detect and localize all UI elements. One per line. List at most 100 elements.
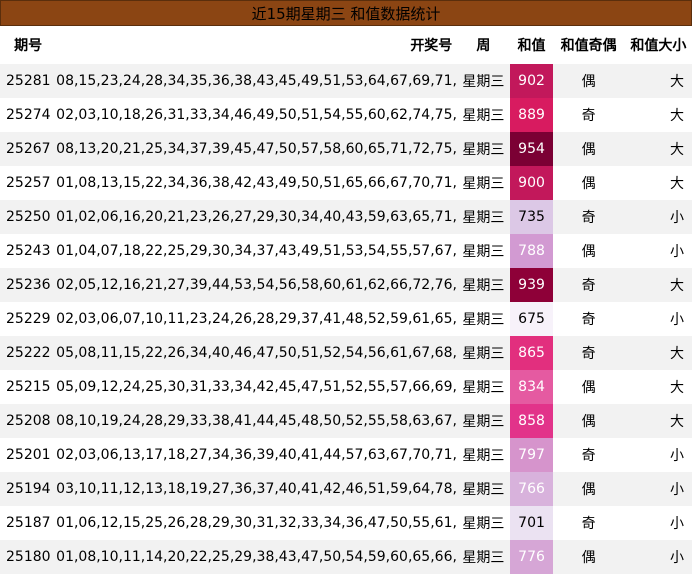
cell-issue: 25267 xyxy=(6,141,51,157)
cell-odd-even: 奇 xyxy=(581,346,596,362)
cell-odd-even: 偶 xyxy=(581,550,596,566)
header-weekday: 周 xyxy=(476,38,491,54)
table-body: 25281 08,15,23,24,28,34,35,36,38,43,45,49… xyxy=(0,64,692,574)
header-issue: 期号 xyxy=(14,38,43,54)
cell-weekday: 星期三 xyxy=(462,74,505,90)
cell-weekday: 星期三 xyxy=(462,312,505,328)
cell-issue: 25215 xyxy=(6,379,51,395)
cell-odd-even: 偶 xyxy=(581,74,596,90)
cell-odd-even: 奇 xyxy=(581,448,596,464)
table-row: 25208 08,10,19,24,28,29,33,38,41,44,45,48… xyxy=(0,404,692,438)
cell-numbers: 01,02,06,16,20,21,23,26,27,29,30,34,40,4… xyxy=(56,209,457,225)
cell-numbers: 03,10,11,12,13,18,19,27,36,37,40,41,42,4… xyxy=(56,481,457,497)
cell-issue: 25201 xyxy=(6,447,51,463)
header-big-small: 和值大小 xyxy=(630,38,687,54)
cell-issue: 25180 xyxy=(6,549,51,565)
cell-odd-even: 奇 xyxy=(581,312,596,328)
table-row: 25229 02,03,06,07,10,11,23,24,26,28,29,37… xyxy=(0,302,692,336)
table-row: 25187 01,06,12,15,25,26,28,29,30,31,32,33… xyxy=(0,506,692,540)
cell-issue: 25257 xyxy=(6,175,51,191)
cell-issue: 25208 xyxy=(6,413,51,429)
cell-weekday: 星期三 xyxy=(462,142,505,158)
cell-numbers: 08,10,19,24,28,29,33,38,41,44,45,48,50,5… xyxy=(56,413,457,429)
cell-sum: 735 xyxy=(510,200,553,234)
cell-numbers: 08,15,23,24,28,34,35,36,38,43,45,49,51,5… xyxy=(56,73,457,89)
cell-odd-even: 偶 xyxy=(581,414,596,430)
cell-odd-even: 偶 xyxy=(581,244,596,260)
cell-odd-even: 奇 xyxy=(581,516,596,532)
table-row: 25180 01,08,10,11,14,20,22,25,29,38,43,47… xyxy=(0,540,692,574)
header-odd-even: 和值奇偶 xyxy=(560,38,617,54)
table-row: 25194 03,10,11,12,13,18,19,27,36,37,40,41… xyxy=(0,472,692,506)
table-row: 25267 08,13,20,21,25,34,37,39,45,47,50,57… xyxy=(0,132,692,166)
cell-sum: 902 xyxy=(510,64,553,98)
cell-odd-even: 偶 xyxy=(581,176,596,192)
cell-big-small: 小 xyxy=(670,210,684,226)
cell-odd-even: 偶 xyxy=(581,482,596,498)
table-title: 近15期星期三 和值数据统计 xyxy=(0,0,692,26)
cell-sum: 889 xyxy=(510,98,553,132)
cell-sum: 834 xyxy=(510,370,553,404)
cell-weekday: 星期三 xyxy=(462,482,505,498)
cell-sum: 675 xyxy=(510,302,553,336)
cell-weekday: 星期三 xyxy=(462,550,505,566)
cell-big-small: 大 xyxy=(670,278,684,294)
cell-numbers: 02,03,10,18,26,31,33,34,46,49,50,51,54,5… xyxy=(56,107,457,123)
cell-issue: 25281 xyxy=(6,73,51,89)
cell-issue: 25274 xyxy=(6,107,51,123)
cell-weekday: 星期三 xyxy=(462,346,505,362)
cell-weekday: 星期三 xyxy=(462,448,505,464)
cell-big-small: 大 xyxy=(670,108,684,124)
table-row: 25274 02,03,10,18,26,31,33,34,46,49,50,51… xyxy=(0,98,692,132)
table-row: 25201 02,03,06,13,17,18,27,34,36,39,40,41… xyxy=(0,438,692,472)
cell-numbers: 08,13,20,21,25,34,37,39,45,47,50,57,58,6… xyxy=(56,141,457,157)
cell-sum: 776 xyxy=(510,540,553,574)
cell-weekday: 星期三 xyxy=(462,516,505,532)
header-numbers: 开奖号 xyxy=(410,38,453,54)
cell-big-small: 小 xyxy=(670,516,684,532)
cell-big-small: 大 xyxy=(670,142,684,158)
table-row: 25222 05,08,11,15,22,26,34,40,46,47,50,51… xyxy=(0,336,692,370)
cell-sum: 788 xyxy=(510,234,553,268)
table-row: 25281 08,15,23,24,28,34,35,36,38,43,45,49… xyxy=(0,64,692,98)
cell-issue: 25243 xyxy=(6,243,51,259)
table-row: 25236 02,05,12,16,21,27,39,44,53,54,56,58… xyxy=(0,268,692,302)
cell-big-small: 大 xyxy=(670,380,684,396)
cell-odd-even: 偶 xyxy=(581,380,596,396)
cell-big-small: 大 xyxy=(670,346,684,362)
cell-issue: 25236 xyxy=(6,277,51,293)
header-row: 期号 开奖号 周 和值 和值奇偶 和值大小 xyxy=(0,26,692,64)
cell-weekday: 星期三 xyxy=(462,210,505,226)
cell-big-small: 小 xyxy=(670,244,684,260)
cell-big-small: 小 xyxy=(670,550,684,566)
cell-sum: 900 xyxy=(510,166,553,200)
cell-big-small: 小 xyxy=(670,312,684,328)
cell-big-small: 大 xyxy=(670,414,684,430)
cell-numbers: 02,05,12,16,21,27,39,44,53,54,56,58,60,6… xyxy=(56,277,457,293)
cell-weekday: 星期三 xyxy=(462,108,505,124)
cell-weekday: 星期三 xyxy=(462,244,505,260)
cell-odd-even: 奇 xyxy=(581,108,596,124)
cell-issue: 25187 xyxy=(6,515,51,531)
cell-numbers: 01,08,13,15,22,34,36,38,42,43,49,50,51,6… xyxy=(56,175,457,191)
cell-big-small: 小 xyxy=(670,448,684,464)
cell-sum: 797 xyxy=(510,438,553,472)
cell-issue: 25222 xyxy=(6,345,51,361)
cell-odd-even: 偶 xyxy=(581,142,596,158)
cell-weekday: 星期三 xyxy=(462,380,505,396)
cell-odd-even: 奇 xyxy=(581,278,596,294)
cell-sum: 766 xyxy=(510,472,553,506)
cell-big-small: 大 xyxy=(670,176,684,192)
cell-issue: 25250 xyxy=(6,209,51,225)
table-row: 25257 01,08,13,15,22,34,36,38,42,43,49,50… xyxy=(0,166,692,200)
cell-numbers: 01,08,10,11,14,20,22,25,29,38,43,47,50,5… xyxy=(56,549,457,565)
table-row: 25215 05,09,12,24,25,30,31,33,34,42,45,47… xyxy=(0,370,692,404)
header-sum: 和值 xyxy=(517,38,546,54)
cell-sum: 858 xyxy=(510,404,553,438)
cell-numbers: 05,09,12,24,25,30,31,33,34,42,45,47,51,5… xyxy=(56,379,457,395)
cell-big-small: 大 xyxy=(670,74,684,90)
table-row: 25243 01,04,07,18,22,25,29,30,34,37,43,49… xyxy=(0,234,692,268)
cell-sum: 954 xyxy=(510,132,553,166)
cell-numbers: 02,03,06,13,17,18,27,34,36,39,40,41,44,5… xyxy=(56,447,457,463)
cell-weekday: 星期三 xyxy=(462,414,505,430)
